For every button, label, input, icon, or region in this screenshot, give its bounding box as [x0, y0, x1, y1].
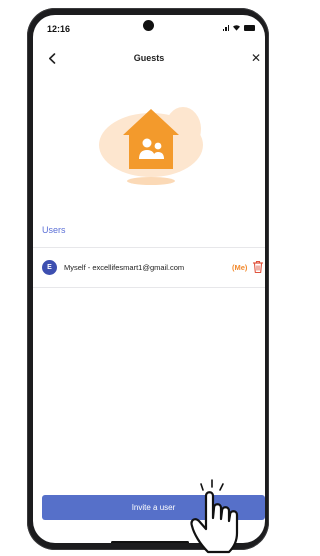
user-name: Myself - excellifesmart1@gmail.com — [64, 263, 185, 272]
tap-hand-icon — [190, 479, 239, 554]
home-indicator — [111, 541, 189, 543]
page-title: Guests — [133, 53, 165, 63]
users-section-label: Users — [42, 225, 66, 235]
me-badge: (Me) — [232, 263, 248, 272]
stage: 12:16 Guests ✕ Users E Myself - excellif… — [0, 0, 269, 556]
battery-icon — [244, 24, 255, 31]
app-screen: 12:16 Guests ✕ Users E Myself - excellif… — [33, 15, 265, 543]
close-icon: ✕ — [250, 51, 262, 65]
avatar: E — [42, 260, 57, 275]
front-camera — [143, 20, 154, 31]
wifi-icon — [233, 25, 240, 31]
close-button[interactable]: ✕ — [247, 49, 265, 67]
user-list-item[interactable]: E Myself - excellifesmart1@gmail.com (Me… — [33, 248, 265, 288]
guests-illustration — [99, 107, 203, 185]
shadow — [127, 177, 175, 185]
signal-icon — [222, 24, 229, 31]
status-icons — [222, 24, 255, 31]
header: Guests ✕ — [33, 47, 265, 71]
status-bar: 12:16 — [33, 15, 265, 41]
trash-icon[interactable] — [252, 260, 264, 274]
divider-bottom — [33, 287, 265, 288]
status-time: 12:16 — [47, 24, 71, 34]
